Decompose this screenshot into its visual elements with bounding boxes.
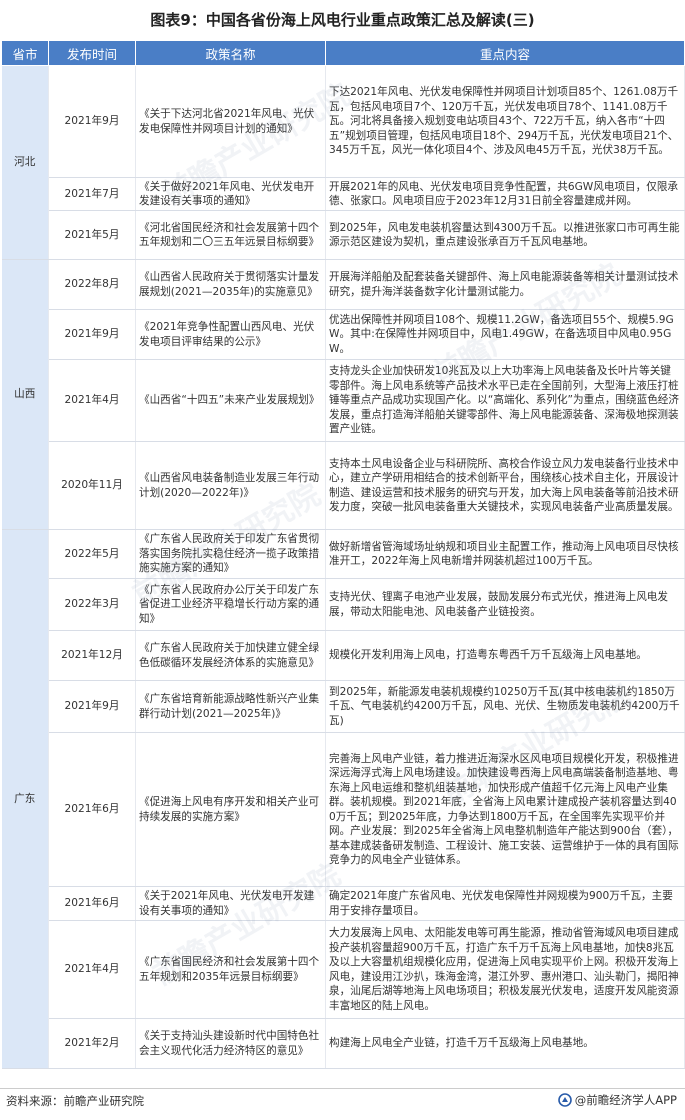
- table-row: 广东 2022年5月 《广东省人民政府关于印发广东省贯彻落实国务院扎实稳住经济一…: [1, 529, 685, 1069]
- table-row: 2021年4月 《广东省国民经济和社会发展第十四个五年规划和2035年远景目标纲…: [2, 920, 685, 1019]
- brand-text: @前瞻经济学人APP: [574, 1093, 677, 1107]
- content-cell: 规模化开发利用海上风电，打造粤东粤西千万千瓦级海上风电基地。: [325, 630, 685, 681]
- page-title: 图表9：中国各省份海上风电行业重点政策汇总及解读(三): [150, 11, 535, 29]
- table-row: 2020年11月 《山西省风电装备制造业发展三年行动计划(2020—2022年)…: [2, 441, 685, 530]
- policy-name-cell: 《广东省国民经济和社会发展第十四个五年规划和2035年远景目标纲要》: [135, 920, 326, 1019]
- date-cell: 2021年9月: [48, 65, 136, 178]
- date-cell: 2021年4月: [48, 359, 136, 442]
- header-date: 发布时间: [48, 40, 136, 66]
- content-cell: 完善海上风电产业链，着力推进近海深水区风电项目规模化开发，积极推进深远海浮式海上…: [325, 732, 685, 887]
- table-header-row: 省市 发布时间 政策名称 重点内容: [1, 40, 685, 66]
- footer: 资料来源：前瞻产业研究院 @前瞻经济学人APP: [0, 1088, 685, 1113]
- table-row: 2021年7月 《关于做好2021年风电、光伏发电开发建设有关事项的通知》 开展…: [2, 177, 685, 211]
- table-row: 2022年3月 《广东省人民政府办公厅关于印发广东省促进工业经济平稳增长行动方案…: [2, 578, 685, 631]
- date-cell: 2021年6月: [48, 886, 136, 921]
- content-cell: 开展海洋船舶及配套装备关键部件、海上风电能源装备等相关计量测试技术研究，提升海洋…: [325, 259, 685, 310]
- date-cell: 2021年9月: [48, 309, 136, 360]
- policy-name-cell: 《关于2021年风电、光伏发电开发建设有关事项的通知》: [135, 886, 326, 921]
- content-cell: 支持本土风电设备企业与科研院所、高校合作设立风力发电装备行业技术中心，建立产学研…: [325, 441, 685, 530]
- table-row: 2021年9月 《2021年竞争性配置山西风电、光伏发电项目评审结果的公示》 优…: [2, 309, 685, 360]
- content-cell: 构建海上风电全产业链，打造千万千瓦级海上风电基地。: [325, 1018, 685, 1069]
- brand-logo-icon: [557, 1093, 572, 1107]
- date-cell: 2022年8月: [48, 259, 136, 310]
- content-cell: 下达2021年风电、光伏发电保障性并网项目计划项目85个、1261.08万千瓦，…: [325, 65, 685, 178]
- policy-name-cell: 《广东省培育新能源战略性新兴产业集群行动计划(2021—2025年)》: [135, 680, 326, 733]
- table-row: 2021年6月 《关于2021年风电、光伏发电开发建设有关事项的通知》 确定20…: [2, 886, 685, 921]
- page: 图表9：中国各省份海上风电行业重点政策汇总及解读(三) 省市 发布时间 政策名称…: [0, 0, 685, 1120]
- policy-name-cell: 《关于做好2021年风电、光伏发电开发建设有关事项的通知》: [135, 177, 326, 211]
- header-policy-name: 政策名称: [135, 40, 326, 66]
- policy-name-cell: 《广东省人民政府办公厅关于印发广东省促进工业经济平稳增长行动方案的通知》: [135, 578, 326, 631]
- content-cell: 开展2021年的风电、光伏发电项目竞争性配置，共6GW风电项目，仅限承德、张家口…: [325, 177, 685, 211]
- table-row: 2021年9月 《广东省培育新能源战略性新兴产业集群行动计划(2021—2025…: [2, 680, 685, 733]
- province-cell-hebei: 河北: [1, 65, 49, 260]
- policy-name-cell: 《关于下达河北省2021年风电、光伏发电保障性并网项目计划的通知》: [135, 65, 326, 178]
- content-cell: 优选出保障性并网项目108个、规模11.2GW，备选项目55个、规模5.9GW。…: [325, 309, 685, 360]
- date-cell: 2021年6月: [48, 732, 136, 887]
- policy-name-cell: 《促进海上风电有序开发和相关产业可持续发展的实施方案》: [135, 732, 326, 887]
- date-cell: 2020年11月: [48, 441, 136, 530]
- content-cell: 大力发展海上风电、太阳能发电等可再生能源，推动省管海域风电项目建成投产装机容量超…: [325, 920, 685, 1019]
- content-cell: 到2025年，风电发电装机容量达到4300万千瓦。以推进张家口市可再生能源示范区…: [325, 210, 685, 260]
- table-row: 山西 2022年8月 《山西省人民政府关于贯彻落实计量发展规划(2021—203…: [1, 259, 685, 530]
- policy-name-cell: 《广东省人民政府关于印发广东省贯彻落实国务院扎实稳住经济一揽子政策措施实施方案的…: [135, 529, 326, 579]
- policy-name-cell: 《2021年竞争性配置山西风电、光伏发电项目评审结果的公示》: [135, 309, 326, 360]
- brand-mark: @前瞻经济学人APP: [557, 1092, 677, 1108]
- content-cell: 确定2021年度广东省风电、光伏发电保障性并网规模为900万千瓦，主要用于安排存…: [325, 886, 685, 921]
- content-cell: 支持龙头企业加快研发10兆瓦及以上大功率海上风电装备及长叶片等关键零部件。海上风…: [325, 359, 685, 442]
- header-province: 省市: [1, 40, 49, 66]
- header-content: 重点内容: [325, 40, 685, 66]
- table-row: 2021年4月 《山西省“十四五”未来产业发展规划》 支持龙头企业加快研发10兆…: [2, 359, 685, 442]
- date-cell: 2021年9月: [48, 680, 136, 733]
- policy-name-cell: 《山西省人民政府关于贯彻落实计量发展规划(2021—2035年)的实施意见》: [135, 259, 326, 310]
- content-cell: 支持光伏、锂离子电池产业发展，鼓励发展分布式光伏，推进海上风电发展，带动太阳能电…: [325, 578, 685, 631]
- content-cell: 做好新增省管海域场址纳规和项目业主配置工作，推动海上风电项目尽快核准开工，202…: [325, 529, 685, 579]
- date-cell: 2022年5月: [48, 529, 136, 579]
- policy-name-cell: 《山西省“十四五”未来产业发展规划》: [135, 359, 326, 442]
- source-note: 资料来源：前瞻产业研究院: [6, 1094, 144, 1108]
- policy-table: 省市 发布时间 政策名称 重点内容 河北 2021年9月 《关于下达河北省202…: [1, 40, 685, 1069]
- province-cell-shanxi: 山西: [1, 259, 49, 530]
- policy-name-cell: 《关于支持汕头建设新时代中国特色社会主义现代化活力经济特区的意见》: [135, 1018, 326, 1069]
- date-cell: 2021年7月: [48, 177, 136, 211]
- content-cell: 到2025年，新能源发电装机规模约10250万千瓦(其中核电装机约1850万千瓦…: [325, 680, 685, 733]
- date-cell: 2021年4月: [48, 920, 136, 1019]
- policy-name-cell: 《河北省国民经济和社会发展第十四个五年规划和二〇三五年远景目标纲要》: [135, 210, 326, 260]
- date-cell: 2021年5月: [48, 210, 136, 260]
- table-row: 2021年12月 《广东省人民政府关于加快建立健全绿色低碳循环发展经济体系的实施…: [2, 630, 685, 681]
- table-row: 2021年2月 《关于支持汕头建设新时代中国特色社会主义现代化活力经济特区的意见…: [2, 1018, 685, 1069]
- date-cell: 2022年3月: [48, 578, 136, 631]
- date-cell: 2021年12月: [48, 630, 136, 681]
- date-cell: 2021年2月: [48, 1018, 136, 1069]
- table-row: 河北 2021年9月 《关于下达河北省2021年风电、光伏发电保障性并网项目计划…: [1, 65, 685, 260]
- table-row: 2021年6月 《促进海上风电有序开发和相关产业可持续发展的实施方案》 完善海上…: [2, 732, 685, 887]
- table-row: 2021年5月 《河北省国民经济和社会发展第十四个五年规划和二〇三五年远景目标纲…: [2, 210, 685, 260]
- policy-name-cell: 《广东省人民政府关于加快建立健全绿色低碳循环发展经济体系的实施意见》: [135, 630, 326, 681]
- policy-name-cell: 《山西省风电装备制造业发展三年行动计划(2020—2022年)》: [135, 441, 326, 530]
- province-cell-guangdong: 广东: [1, 529, 49, 1069]
